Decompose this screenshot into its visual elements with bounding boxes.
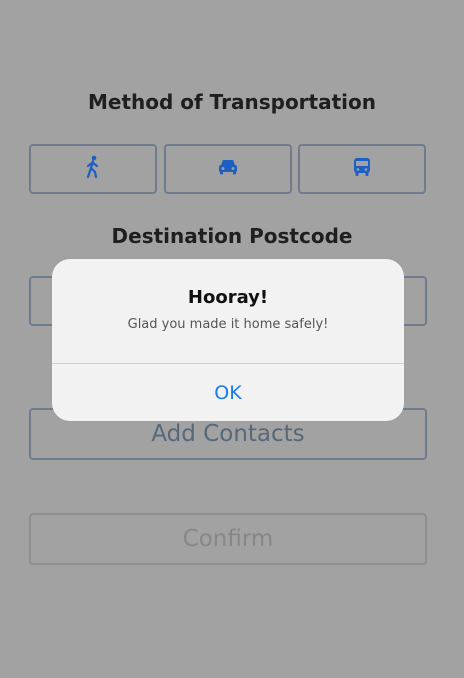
alert-message: Glad you made it home safely! bbox=[127, 317, 329, 332]
walk-mode-button[interactable] bbox=[29, 144, 157, 194]
method-of-transportation-heading: Method of Transportation bbox=[87, 90, 376, 114]
destination-postcode-heading: Destination Postcode bbox=[111, 224, 353, 248]
alert-title: Hooray! bbox=[187, 287, 269, 308]
ok-button[interactable]: OK bbox=[52, 364, 404, 421]
walking-person-icon bbox=[84, 155, 102, 183]
bus-icon bbox=[352, 157, 372, 181]
car-icon bbox=[217, 158, 239, 180]
car-mode-button[interactable] bbox=[164, 144, 292, 194]
confirm-button[interactable]: Confirm bbox=[29, 513, 427, 565]
bus-mode-button[interactable] bbox=[298, 144, 426, 194]
success-alert-dialog: Hooray! Glad you made it home safely! OK bbox=[52, 259, 404, 421]
